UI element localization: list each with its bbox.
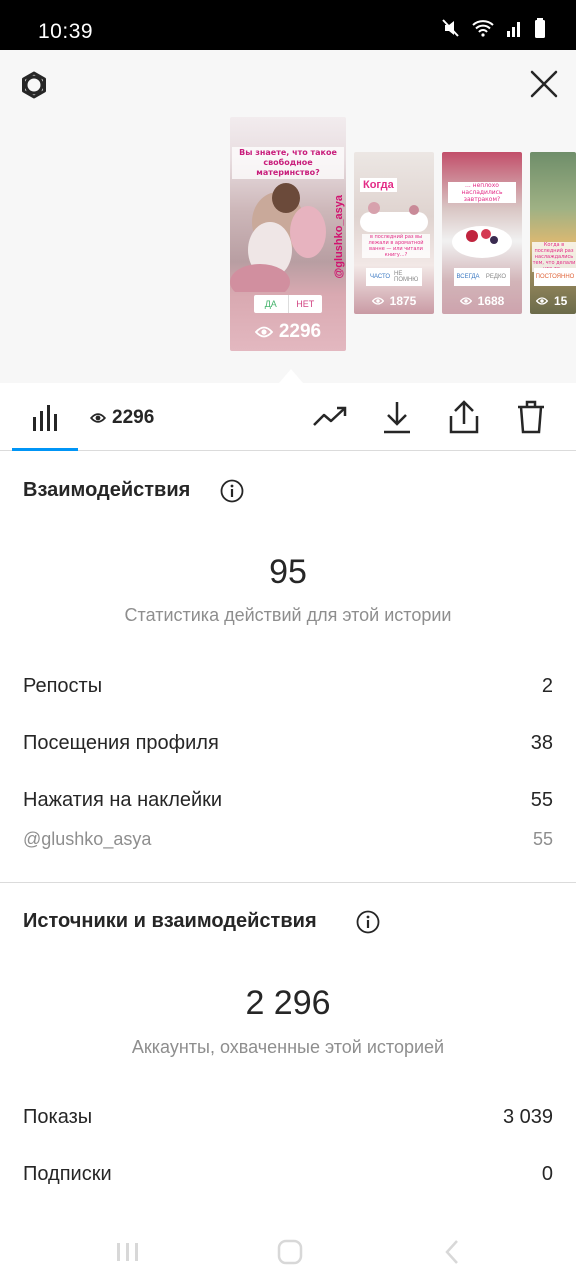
eye-icon bbox=[371, 297, 384, 305]
trending-icon bbox=[313, 406, 347, 426]
stat-row-sticker-handle[interactable]: @glushko_asya 55 bbox=[23, 829, 553, 850]
status-bar: 10:39 bbox=[0, 0, 576, 50]
recent-apps-button[interactable] bbox=[108, 1232, 148, 1272]
download-button[interactable] bbox=[377, 397, 417, 437]
stat-value: 38 bbox=[530, 732, 553, 754]
share-button[interactable] bbox=[444, 397, 484, 437]
back-icon bbox=[445, 1240, 458, 1264]
eye-icon bbox=[459, 297, 472, 305]
delete-button[interactable] bbox=[511, 397, 551, 437]
stat-value: 55 bbox=[532, 829, 553, 849]
settings-button[interactable] bbox=[14, 65, 54, 105]
stat-value: 0 bbox=[541, 1163, 553, 1185]
story-thumbnail-selected[interactable]: Вы знаете, что такое свободное материнст… bbox=[230, 117, 346, 351]
poll-option-no: НЕТ bbox=[296, 299, 315, 309]
stat-label: Репосты bbox=[23, 675, 103, 697]
discovery-title: Источники и взаимодействия bbox=[23, 910, 317, 932]
story-handle: @glushko_asya bbox=[333, 195, 345, 279]
stat-label: Показы bbox=[23, 1106, 93, 1128]
story-preview-area: Вы знаете, что такое свободное материнст… bbox=[0, 50, 576, 383]
stat-label: Нажатия на наклейки bbox=[23, 789, 223, 811]
stat-row-sticker-taps: Нажатия на наклейки 55 bbox=[23, 789, 553, 812]
home-button[interactable] bbox=[270, 1232, 310, 1272]
mute-icon bbox=[442, 19, 459, 37]
poll-option-yes: ДА bbox=[254, 295, 289, 313]
recent-apps-icon bbox=[117, 1243, 138, 1261]
breakfast-photo bbox=[452, 226, 512, 258]
viewers-count: 2296 bbox=[112, 407, 155, 428]
interactions-info-button[interactable] bbox=[220, 479, 244, 503]
discovery-subtitle: Аккаунты, охваченные этой историей bbox=[131, 1037, 445, 1057]
poll-sticker: ДА НЕТ bbox=[254, 295, 322, 313]
signal-icon bbox=[507, 22, 520, 37]
battery-icon bbox=[535, 18, 545, 38]
tab-active-indicator bbox=[12, 448, 78, 451]
poll-option-b: НЕ ПОМНЮ bbox=[394, 271, 419, 283]
story-view-count: 2296 bbox=[230, 321, 346, 343]
story-view-count: 1688 bbox=[442, 294, 522, 308]
story-thumbnail[interactable]: Когда в последний раз наслаждались тем, … bbox=[530, 152, 576, 314]
discovery-total: 2 296 bbox=[245, 984, 331, 1022]
poll-option-a: ВСЕГДА bbox=[456, 274, 480, 280]
promote-button[interactable] bbox=[310, 397, 350, 437]
poll-option-b: РЕДКО bbox=[485, 274, 507, 280]
info-icon bbox=[356, 910, 380, 934]
poll-sticker: ЧАСТО НЕ ПОМНЮ bbox=[366, 268, 422, 286]
poll-sticker: ПОСТОЯННО bbox=[534, 268, 576, 286]
mother-child-photo bbox=[230, 183, 326, 292]
status-icons bbox=[442, 18, 546, 38]
section-divider bbox=[0, 882, 576, 883]
story-thumbnail[interactable]: ... неплохо насладились завтраком? ВСЕГД… bbox=[442, 152, 522, 314]
poll-sticker: ВСЕГДА РЕДКО bbox=[454, 268, 510, 286]
insights-toolbar: 2296 bbox=[0, 383, 576, 451]
poll-option-a: ЧАСТО bbox=[369, 274, 391, 280]
story-note: ... неплохо насладились завтраком? bbox=[448, 182, 516, 203]
story-views-value: 1688 bbox=[477, 294, 505, 308]
stat-value: 2 bbox=[541, 675, 553, 697]
story-views-value: 2296 bbox=[278, 321, 322, 342]
system-nav-bar bbox=[0, 1222, 576, 1280]
gear-icon bbox=[22, 71, 46, 99]
story-note: в последний раз вы лежали в ароматной ва… bbox=[362, 234, 430, 258]
close-icon bbox=[530, 70, 558, 98]
poll-option-a: ПОСТОЯННО bbox=[535, 274, 575, 280]
interactions-total: 95 bbox=[269, 553, 307, 591]
story-view-count: 15 bbox=[530, 294, 576, 308]
story-views-value: 1875 bbox=[389, 294, 417, 308]
story-view-count: 1875 bbox=[354, 294, 434, 308]
story-thumbnail[interactable]: Когда в последний раз вы лежали в аромат… bbox=[354, 152, 434, 314]
tab-insights[interactable] bbox=[12, 383, 78, 451]
stat-label: Посещения профиля bbox=[23, 732, 219, 754]
interactions-subtitle: Статистика действий для этой истории bbox=[124, 605, 452, 625]
discovery-info-button[interactable] bbox=[356, 910, 380, 934]
stat-label: Подписки bbox=[23, 1163, 112, 1185]
back-button[interactable] bbox=[432, 1232, 472, 1272]
stat-row-follows: Подписки 0 bbox=[23, 1163, 553, 1186]
viewers-tab[interactable]: 2296 bbox=[90, 407, 154, 429]
close-button[interactable] bbox=[524, 64, 564, 104]
story-title: Когда bbox=[360, 178, 397, 192]
stat-value: 55 bbox=[530, 789, 553, 811]
stat-value: 3 039 bbox=[502, 1106, 553, 1128]
download-icon bbox=[384, 402, 410, 434]
eye-icon bbox=[536, 297, 548, 305]
bath-photo bbox=[360, 202, 428, 232]
story-views-value: 15 bbox=[554, 294, 568, 308]
trash-icon bbox=[518, 400, 544, 434]
wifi-icon bbox=[472, 20, 494, 37]
eye-icon bbox=[90, 413, 106, 423]
stat-row-profile-visits: Посещения профиля 38 bbox=[23, 732, 553, 755]
info-icon bbox=[220, 479, 244, 503]
selected-story-pointer bbox=[279, 369, 303, 383]
share-icon bbox=[449, 400, 479, 434]
stat-label: @glushko_asya bbox=[23, 829, 152, 849]
stat-row-impressions: Показы 3 039 bbox=[23, 1106, 553, 1129]
stat-row-shares: Репосты 2 bbox=[23, 675, 553, 698]
bar-chart-icon bbox=[33, 405, 57, 431]
eye-icon bbox=[254, 326, 273, 338]
status-time: 10:39 bbox=[38, 20, 94, 43]
interactions-title: Взаимодействия bbox=[23, 479, 191, 501]
home-icon bbox=[277, 1239, 303, 1265]
